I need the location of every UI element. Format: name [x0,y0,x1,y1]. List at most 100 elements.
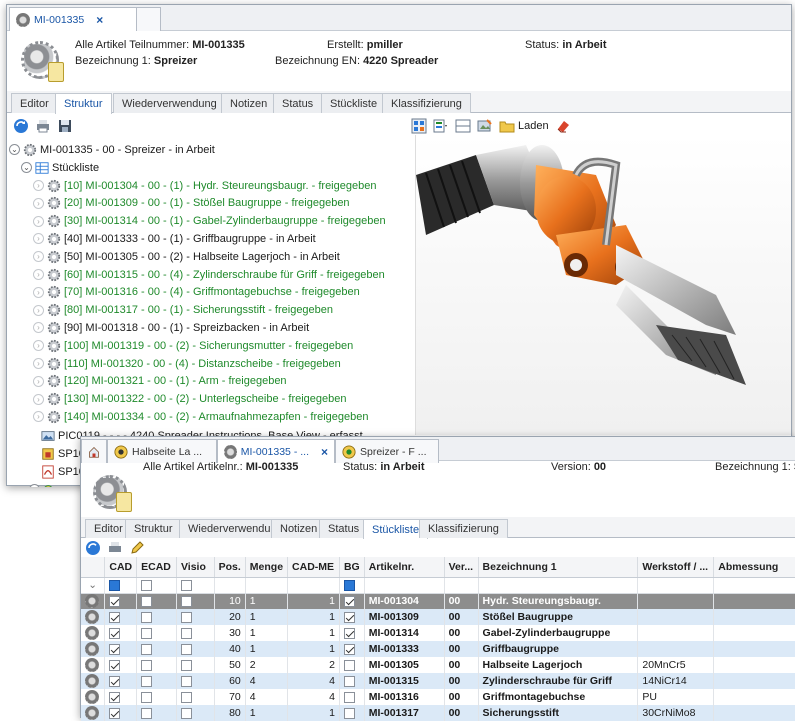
layout-dropdown-icon[interactable] [433,118,449,134]
cad-checkbox[interactable] [109,675,121,687]
bg-checkbox[interactable] [343,659,355,671]
expand-toggle-icon[interactable]: › [33,411,44,423]
tree-group-stueckliste[interactable]: ⌄ Stückliste [21,159,99,176]
tree-item[interactable]: › [20] MI-001309 - 00 - (1) - Stößel Baug… [33,195,350,212]
col-header-ecad[interactable]: ECAD [136,557,177,578]
visio-checkbox[interactable] [180,595,192,607]
ecad-checkbox[interactable] [141,707,153,719]
expand-toggle-icon[interactable]: › [33,304,44,316]
bg-checkbox[interactable] [343,643,355,655]
edit-pencil-icon[interactable] [129,540,145,556]
tree-item[interactable]: › [30] MI-001314 - 00 - (1) - Gabel-Zylin… [33,213,386,230]
breadcrumb-all-articles[interactable]: Alle Artikel [75,39,126,51]
print-icon[interactable] [35,118,51,134]
col-header-version[interactable]: Ver... [444,557,479,578]
tab-struktur[interactable]: Struktur [125,519,182,538]
filter-icon[interactable]: ⌄ [81,577,106,594]
expand-toggle-icon[interactable]: › [33,358,44,369]
cad-checkbox[interactable] [109,659,121,671]
col-header-werkstoff[interactable]: Werkstoff / ... [637,557,715,578]
bg-checkbox[interactable] [343,675,355,687]
breadcrumb-all-articles[interactable]: Alle Artikel [143,461,194,473]
table-row[interactable]: 70 4 4 MI-001316 00 Griffmontagebuchse PU [81,689,795,705]
col-header-visio[interactable]: Visio [176,557,215,578]
split-view-icon[interactable] [455,118,471,134]
filter-visio-checkbox[interactable] [180,579,192,591]
tree-item[interactable]: › [50] MI-001305 - 00 - (2) - Halbseite L… [33,248,340,265]
expand-toggle-icon[interactable]: › [33,322,44,334]
tree-item[interactable]: › [130] MI-001322 - 00 - (2) - Unterlegsc… [33,391,347,408]
tab-notizen[interactable]: Notizen [221,93,277,113]
document-tab-spreizer[interactable]: Spreizer - F ... [335,439,439,463]
save-icon[interactable] [57,118,73,134]
table-row[interactable]: 60 4 4 MI-001315 00 Zylinderschraube für Grif… [81,673,795,689]
expand-toggle-icon[interactable]: ⌄ [21,162,32,173]
tree-item[interactable]: › [60] MI-001315 - 00 - (4) - Zylindersch… [33,266,385,283]
document-tab-empty[interactable] [137,7,161,31]
refresh-icon[interactable] [13,118,29,134]
filter-cad-checkbox[interactable] [109,579,121,591]
tree-item[interactable]: › [70] MI-001316 - 00 - (4) - Griffmontag… [33,284,360,301]
tree-item[interactable]: › [80] MI-001317 - 00 - (1) - Sicherungss… [33,302,333,319]
filter-bg-checkbox[interactable] [343,579,355,591]
expand-toggle-icon[interactable]: › [33,286,44,298]
cad-checkbox[interactable] [109,643,121,655]
ecad-checkbox[interactable] [141,627,153,639]
expand-toggle-icon[interactable]: › [33,375,44,387]
print-icon[interactable] [107,540,123,556]
ecad-checkbox[interactable] [141,675,153,687]
visio-checkbox[interactable] [180,627,192,639]
laden-button[interactable]: Laden [499,118,549,134]
cad-checkbox[interactable] [109,627,121,639]
bg-checkbox[interactable] [343,707,355,719]
ecad-checkbox[interactable] [141,659,153,671]
expand-toggle-icon[interactable]: › [33,269,44,280]
tree-item[interactable]: › [110] MI-001320 - 00 - (4) - Distanzsch… [33,355,341,372]
tree-item[interactable]: › [40] MI-001333 - 00 - (1) - Griffbaugru… [33,230,316,247]
tab-wiederverwendung[interactable]: Wiederverwendung [113,93,226,113]
close-icon[interactable]: × [321,445,328,459]
table-row[interactable]: 50 2 2 MI-001305 00 Halbseite Lagerjoch 20MnCr… [81,657,795,673]
visio-checkbox[interactable] [180,691,192,703]
refresh-icon[interactable] [85,540,101,556]
table-row[interactable]: 80 1 1 MI-001317 00 Sicherungsstift 30CrNiMo8 [81,705,795,721]
tree-document-item[interactable]: SP10 [41,463,85,480]
bg-checkbox[interactable] [343,691,355,703]
tree-item[interactable]: › [10] MI-001304 - 00 - (1) - Hydr. Steur… [33,177,376,194]
cad-checkbox[interactable] [109,691,121,703]
image-edit-icon[interactable] [477,118,493,134]
expand-toggle-icon[interactable]: › [33,233,44,245]
col-header-cad-me[interactable]: CAD-ME [287,557,340,578]
bg-checkbox[interactable] [343,611,355,623]
visio-checkbox[interactable] [180,611,192,623]
home-tab[interactable] [81,439,107,463]
ecad-checkbox[interactable] [141,691,153,703]
document-tab-mi-001335-2[interactable]: MI-001335 - ... × [217,439,335,463]
visio-checkbox[interactable] [180,707,192,719]
expand-toggle-icon[interactable]: › [29,484,40,487]
tab-struktur[interactable]: Struktur [55,93,112,114]
tree-item[interactable]: › [90] MI-001318 - 00 - (1) - Spreizbacke… [33,319,309,336]
tab-editor[interactable]: Editor [11,93,58,113]
expand-toggle-icon[interactable]: › [33,393,44,405]
tab-status[interactable]: Status [319,519,369,538]
3d-model-viewer[interactable] [415,135,791,435]
eraser-icon[interactable] [555,118,571,134]
close-icon[interactable]: × [96,13,103,27]
visio-checkbox[interactable] [180,675,192,687]
tree-item[interactable]: › [100] MI-001319 - 00 - (2) - Sicherungs… [33,337,353,354]
col-header-abmessung[interactable]: Abmessung [713,557,795,578]
expand-toggle-icon[interactable]: ⌄ [9,144,20,155]
visio-checkbox[interactable] [180,659,192,671]
expand-toggle-icon[interactable]: › [33,197,44,209]
col-header-bg[interactable]: BG [339,557,365,578]
tree-root[interactable]: ⌄ MI-001335 - 00 - Spreizer - in Arbeit [9,141,215,158]
table-row[interactable]: 20 1 1 MI-001309 00 Stößel Baugruppe [81,609,795,625]
col-header-pos[interactable]: Pos. [214,557,246,578]
expand-toggle-icon[interactable]: › [33,340,44,352]
tab-stueckliste[interactable]: Stückliste [321,93,387,113]
bg-checkbox[interactable] [343,627,355,639]
tab-klassifizierung[interactable]: Klassifizierung [419,519,508,538]
view-mode-icon[interactable] [411,118,427,134]
tree-item[interactable]: › [140] MI-001334 - 00 - (2) - Armaufnahm… [33,408,369,425]
